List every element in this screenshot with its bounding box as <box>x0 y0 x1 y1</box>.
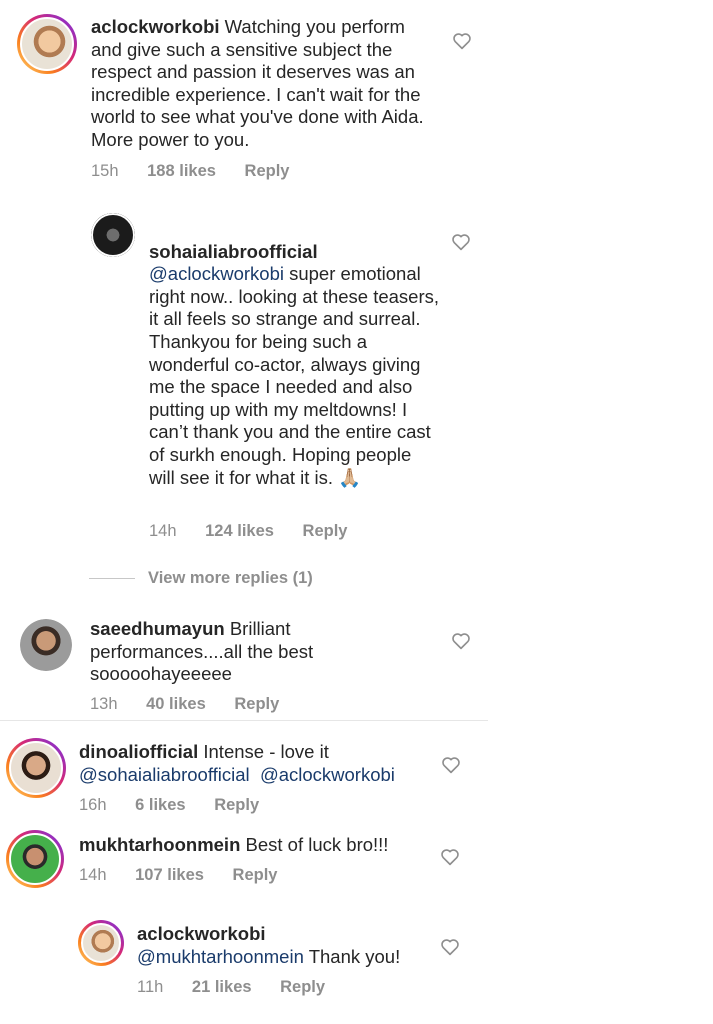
comment-meta: 13h 40 likes Reply <box>90 695 303 714</box>
comment-meta: 15h 188 likes Reply <box>91 162 313 181</box>
reply-button[interactable]: Reply <box>245 162 290 180</box>
heart-icon[interactable] <box>440 848 460 866</box>
reply-button[interactable]: Reply <box>233 866 278 884</box>
heart-icon[interactable] <box>451 632 471 650</box>
avatar[interactable] <box>91 213 135 257</box>
mention-link[interactable]: @aclockworkobi <box>149 263 284 284</box>
comment-text: mukhtarhoonmein Best of luck bro!!! <box>79 834 439 857</box>
reply-button[interactable]: Reply <box>214 796 259 814</box>
comment-text: dinoaliofficial Intense - love it @sohai… <box>79 741 439 786</box>
timestamp: 16h <box>79 796 107 814</box>
comment-text: saeedhumayun Brilliant performances....a… <box>90 618 350 686</box>
comment-text: aclockworkobi Watching you perform and g… <box>91 16 431 152</box>
view-more-replies-button[interactable]: View more replies (1) <box>148 569 313 588</box>
avatar-dark-photo <box>91 213 135 257</box>
avatar-child-photo <box>20 17 74 71</box>
comment-text: aclockworkobi @mukhtarhoonmein Thank you… <box>137 923 437 968</box>
timestamp: 13h <box>90 695 118 713</box>
comment-text: sohaialiabroofficial @aclockworkobi supe… <box>149 218 439 512</box>
avatar-man-photo <box>9 833 61 885</box>
timestamp: 11h <box>137 978 164 996</box>
likes-count[interactable]: 107 likes <box>135 866 204 884</box>
likes-count[interactable]: 21 likes <box>192 978 252 996</box>
comment-body: Thank you! <box>308 945 401 967</box>
comment-body: Intense - love it <box>203 741 329 762</box>
avatar-child-photo <box>81 923 121 963</box>
avatar-man-photo <box>9 741 63 795</box>
reply-button[interactable]: Reply <box>234 695 279 713</box>
likes-count[interactable]: 124 likes <box>205 522 274 540</box>
comment-meta: 14h 107 likes Reply <box>79 866 301 885</box>
avatar[interactable] <box>6 738 66 798</box>
heart-icon[interactable] <box>452 32 472 50</box>
mention-link[interactable]: @mukhtarhoonmein <box>137 946 304 967</box>
username[interactable]: mukhtarhoonmein <box>79 834 240 855</box>
username[interactable]: dinoaliofficial <box>79 741 198 762</box>
comment-meta: 16h 6 likes Reply <box>79 796 283 815</box>
likes-count[interactable]: 40 likes <box>146 695 206 713</box>
username[interactable]: saeedhumayun <box>90 618 225 639</box>
divider <box>89 578 135 579</box>
username[interactable]: sohaialiabroofficial <box>149 241 318 262</box>
username[interactable]: aclockworkobi <box>91 16 220 37</box>
avatar[interactable] <box>20 619 72 671</box>
timestamp: 14h <box>149 522 177 540</box>
likes-count[interactable]: 188 likes <box>147 162 216 180</box>
username[interactable]: aclockworkobi <box>137 923 266 944</box>
avatar[interactable] <box>6 830 64 888</box>
comment-body: super emotional right now.. looking at t… <box>149 263 440 488</box>
likes-count[interactable]: 6 likes <box>135 796 185 814</box>
timestamp: 14h <box>79 866 107 884</box>
heart-icon[interactable] <box>440 938 460 956</box>
heart-icon[interactable] <box>451 233 471 251</box>
mention-link[interactable]: @sohaialiabroofficial <box>79 764 250 785</box>
heart-icon[interactable] <box>441 756 461 774</box>
avatar-man-photo <box>20 619 72 671</box>
comment-body: Best of luck bro!!! <box>245 834 389 855</box>
avatar[interactable] <box>78 920 124 966</box>
timestamp: 15h <box>91 162 119 180</box>
comment-meta: 11h 21 likes Reply <box>137 978 349 997</box>
mention-link[interactable]: @aclockworkobi <box>260 764 395 785</box>
comment-meta: 14h 124 likes Reply <box>149 522 371 541</box>
section-divider <box>0 720 488 721</box>
reply-button[interactable]: Reply <box>303 522 348 540</box>
avatar[interactable] <box>17 14 77 74</box>
reply-button[interactable]: Reply <box>280 978 325 996</box>
